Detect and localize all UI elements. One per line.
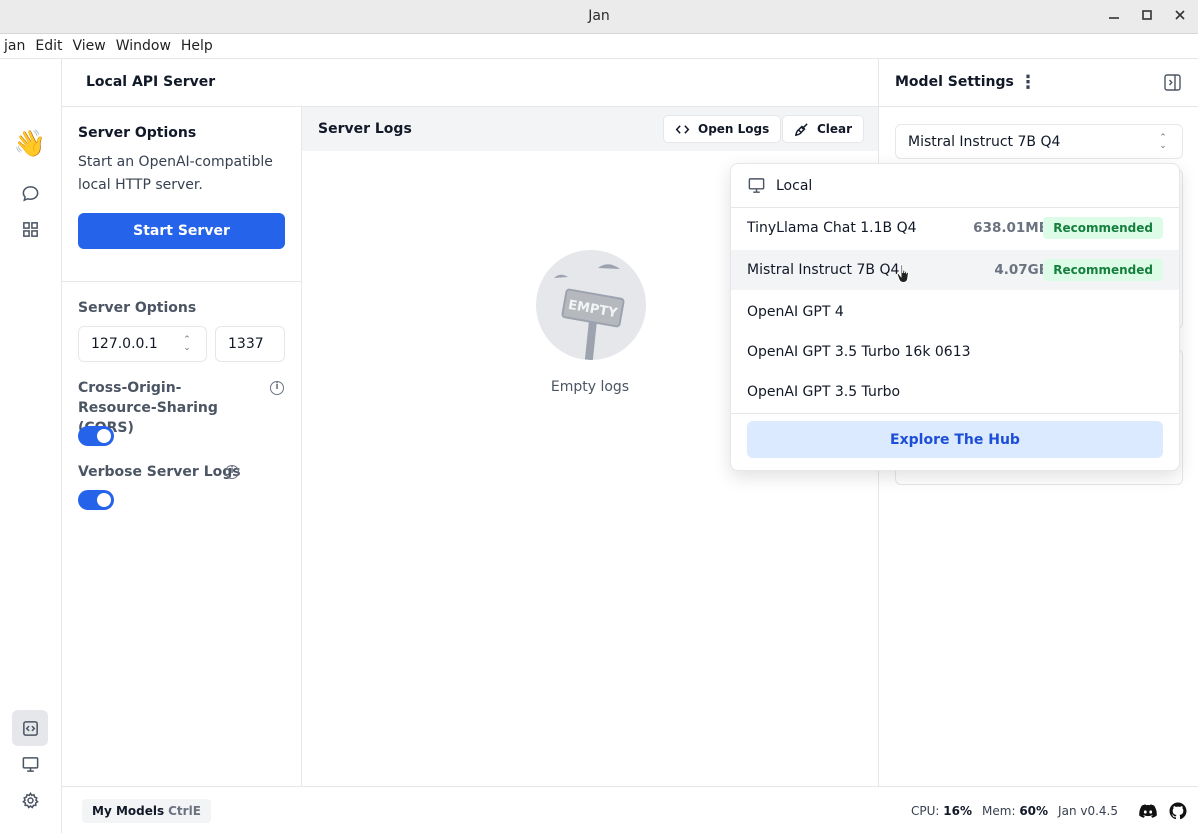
version-label: Jan v0.4.5 — [1058, 803, 1118, 818]
github-icon[interactable] — [1168, 801, 1188, 821]
explore-hub-button[interactable]: Explore The Hub — [747, 421, 1163, 458]
model-option-size: 4.07GB — [994, 262, 1049, 278]
status-bar: My Models CtrlE CPU: 16% Mem: 60% Jan v0… — [62, 786, 1198, 833]
open-logs-label: Open Logs — [698, 122, 770, 136]
server-options-title: Server Options — [78, 125, 197, 141]
empty-logs-text: Empty logs — [550, 379, 630, 395]
cpu-label: CPU: — [911, 803, 940, 818]
my-models-button[interactable]: My Models CtrlE — [82, 799, 211, 823]
cpu-value: 16% — [943, 803, 973, 818]
brush-icon — [794, 122, 808, 136]
left-rail: 👋 — [0, 59, 62, 833]
model-option-name: Mistral Instruct 7B Q4 — [747, 262, 900, 278]
hub-grid-icon[interactable] — [12, 211, 48, 247]
server-logs-title: Server Logs — [318, 121, 412, 137]
menu-jan[interactable]: jan — [0, 38, 30, 54]
selected-model-label: Mistral Instruct 7B Q4 — [908, 133, 1061, 150]
more-options-icon[interactable]: ⋮ — [1019, 73, 1037, 93]
start-server-button[interactable]: Start Server — [78, 213, 285, 249]
model-option-name: OpenAI GPT 4 — [747, 304, 844, 320]
window-title: Jan — [588, 8, 610, 24]
system-status: CPU: 16% Mem: 60% Jan v0.4.5 — [911, 787, 1198, 833]
code-icon — [675, 124, 690, 134]
chat-icon[interactable] — [12, 175, 48, 211]
model-option[interactable]: OpenAI GPT 4 — [731, 292, 1179, 332]
cors-toggle[interactable] — [78, 426, 114, 446]
clear-label: Clear — [817, 122, 853, 136]
verbose-logs-toggle[interactable] — [78, 490, 114, 510]
mem-value: 60% — [1019, 803, 1049, 818]
model-dropdown: Local TinyLlama Chat 1.1B Q4 638.01MB Re… — [730, 163, 1180, 471]
recommended-badge: Recommended — [1043, 217, 1163, 239]
settings-gear-icon[interactable] — [12, 782, 48, 818]
discord-icon[interactable] — [1138, 801, 1158, 821]
open-logs-button[interactable]: Open Logs — [663, 115, 782, 143]
clear-button[interactable]: Clear — [782, 115, 865, 143]
host-select[interactable]: 127.0.0.1 ⌃ ⌄ — [78, 326, 207, 362]
monitor-icon — [748, 178, 765, 193]
model-option[interactable]: OpenAI GPT 3.5 Turbo 16k 0613 — [731, 332, 1179, 372]
recommended-badge: Recommended — [1043, 259, 1163, 281]
cors-info-icon[interactable]: i — [270, 381, 284, 395]
divider — [731, 413, 1179, 414]
shortcut-label: CtrlE — [168, 804, 201, 818]
model-option-name: OpenAI GPT 3.5 Turbo 16k 0613 — [747, 344, 971, 360]
menu-edit[interactable]: Edit — [30, 38, 67, 54]
model-settings-title: Model Settings — [895, 74, 1014, 90]
model-option-name: OpenAI GPT 3.5 Turbo — [747, 384, 901, 400]
verbose-logs-label: Verbose Server Logs — [78, 464, 241, 480]
empty-logs-illustration: EMPTY — [536, 250, 646, 360]
title-bar: Jan — [0, 0, 1198, 34]
chevron-updown-icon: ⌃ ⌄ — [183, 335, 191, 353]
host-value: 127.0.0.1 — [91, 336, 158, 352]
my-models-label: My Models — [92, 804, 165, 818]
menu-window[interactable]: Window — [111, 38, 176, 54]
local-label: Local — [776, 177, 813, 194]
server-options-panel: Server Options Start an OpenAI-compatibl… — [62, 107, 302, 786]
divider — [62, 281, 302, 282]
menu-bar: jan Edit View Window Help — [0, 34, 1198, 59]
model-select[interactable]: Mistral Instruct 7B Q4 ⌃ ⌄ — [895, 124, 1183, 159]
server-description: Start an OpenAI-compatible local HTTP se… — [78, 154, 273, 193]
maximize-icon[interactable] — [1137, 7, 1157, 27]
model-option[interactable]: Mistral Instruct 7B Q4 4.07GB Recommende… — [731, 250, 1179, 290]
hand-wave-icon[interactable]: 👋 — [12, 126, 48, 162]
server-options-label: Server Options — [78, 300, 197, 316]
port-value: 1337 — [228, 336, 264, 352]
mem-label: Mem: — [982, 803, 1016, 818]
verbose-info-icon[interactable]: i — [225, 465, 239, 479]
close-icon[interactable] — [1170, 7, 1190, 27]
model-option[interactable]: TinyLlama Chat 1.1B Q4 638.01MB Recommen… — [731, 208, 1179, 248]
page-header: Local API Server — [62, 59, 878, 107]
hand-cursor-icon — [896, 264, 909, 284]
collapse-panel-icon[interactable] — [1164, 74, 1181, 91]
menu-view[interactable]: View — [67, 38, 110, 54]
model-option-name: TinyLlama Chat 1.1B Q4 — [747, 220, 917, 236]
menu-help[interactable]: Help — [176, 38, 218, 54]
local-api-server-icon[interactable] — [12, 710, 48, 746]
dropdown-local-header: Local — [731, 164, 1179, 208]
server-logs-header: Server Logs Open Logs Clear — [302, 107, 878, 151]
page-title: Local API Server — [86, 74, 216, 90]
chevron-updown-icon: ⌃ ⌄ — [1159, 133, 1167, 151]
port-input[interactable]: 1337 — [215, 326, 285, 362]
model-option[interactable]: OpenAI GPT 3.5 Turbo — [731, 372, 1179, 412]
model-settings-header: Model Settings ⋮ — [879, 59, 1198, 107]
minimize-icon[interactable] — [1104, 7, 1124, 27]
model-option-size: 638.01MB — [973, 220, 1049, 236]
monitor-icon[interactable] — [12, 746, 48, 782]
